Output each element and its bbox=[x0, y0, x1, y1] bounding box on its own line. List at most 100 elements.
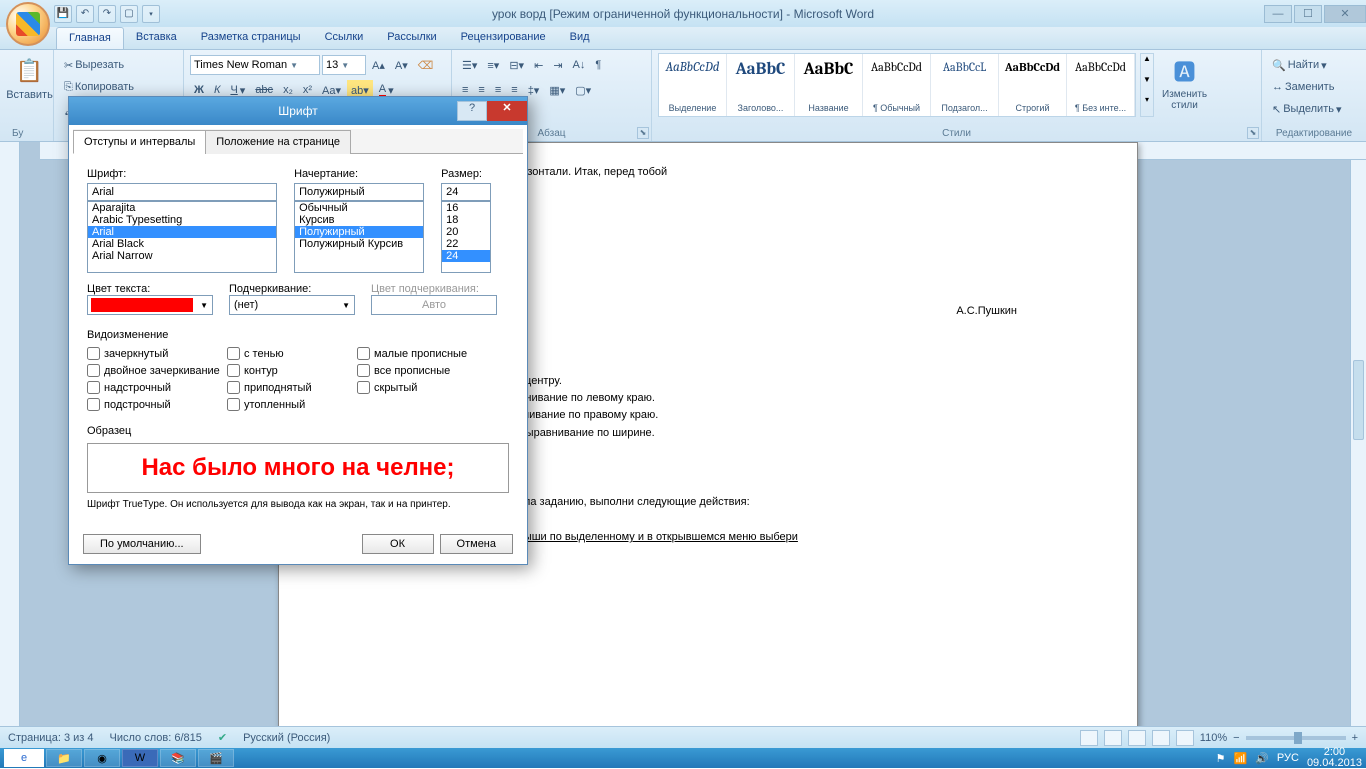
status-page[interactable]: Страница: 3 из 4 bbox=[8, 732, 94, 744]
find-button[interactable]: 🔍Найти▾ bbox=[1268, 55, 1331, 75]
effect-checkbox[interactable]: малые прописные bbox=[357, 347, 497, 360]
view-reading[interactable] bbox=[1104, 730, 1122, 746]
view-print-layout[interactable] bbox=[1080, 730, 1098, 746]
effect-checkbox[interactable]: скрытый bbox=[357, 381, 497, 394]
style-item[interactable]: AaBbCcDdСтрогий bbox=[999, 54, 1067, 116]
taskbar-ie-icon[interactable]: e bbox=[4, 749, 44, 767]
font-style-input[interactable] bbox=[294, 183, 424, 201]
tray-flag-icon[interactable]: ⚑ bbox=[1216, 752, 1226, 765]
list-item[interactable]: Arial Narrow bbox=[88, 250, 276, 262]
effect-checkbox[interactable]: двойное зачеркивание bbox=[87, 364, 227, 377]
grow-font-icon[interactable]: A▴ bbox=[368, 55, 389, 75]
style-item[interactable]: AaBbCcDd¶ Без инте... bbox=[1067, 54, 1135, 116]
cut-button[interactable]: ✂Вырезать bbox=[60, 55, 128, 75]
effect-checkbox[interactable]: все прописные bbox=[357, 364, 497, 377]
font-name-input[interactable] bbox=[87, 183, 277, 201]
new-doc-icon[interactable]: ▢ bbox=[120, 5, 138, 23]
numbering-button[interactable]: ≡▾ bbox=[483, 55, 503, 75]
tab-references[interactable]: Ссылки bbox=[313, 27, 376, 49]
cancel-button[interactable]: Отмена bbox=[440, 534, 513, 554]
indent-dec-button[interactable]: ⇤ bbox=[530, 55, 547, 75]
styles-launcher[interactable]: ⬊ bbox=[1247, 127, 1259, 139]
list-item[interactable]: Обычный bbox=[295, 202, 423, 214]
zoom-slider[interactable] bbox=[1246, 736, 1346, 740]
list-item[interactable]: Полужирный bbox=[295, 226, 423, 238]
taskbar-app-icon[interactable]: 🎬 bbox=[198, 749, 234, 767]
font-color-combo[interactable]: ▼ bbox=[87, 295, 213, 315]
effect-checkbox[interactable]: утопленный bbox=[227, 398, 357, 411]
select-button[interactable]: ↖Выделить▾ bbox=[1268, 99, 1346, 119]
style-item[interactable]: AaBbCcLПодзагол... bbox=[931, 54, 999, 116]
dialog-tab-position[interactable]: Положение на странице bbox=[205, 130, 351, 154]
multilevel-button[interactable]: ⊟▾ bbox=[505, 55, 528, 75]
style-item[interactable]: AaBbCНазвание bbox=[795, 54, 863, 116]
proofing-icon[interactable]: ✔ bbox=[218, 731, 227, 744]
office-button[interactable] bbox=[6, 2, 50, 46]
dialog-tab-indents[interactable]: Отступы и интервалы bbox=[73, 130, 206, 154]
save-icon[interactable]: 💾 bbox=[54, 5, 72, 23]
view-outline[interactable] bbox=[1152, 730, 1170, 746]
style-listbox[interactable]: ОбычныйКурсивПолужирныйПолужирный Курсив bbox=[294, 201, 424, 273]
tab-mailings[interactable]: Рассылки bbox=[375, 27, 448, 49]
tab-layout[interactable]: Разметка страницы bbox=[189, 27, 313, 49]
list-item[interactable]: 16 bbox=[442, 202, 490, 214]
paste-button[interactable]: 📋 Вставить bbox=[12, 53, 47, 103]
change-styles-button[interactable]: 🅰 Изменить стили bbox=[1158, 53, 1211, 117]
dialog-close-button[interactable]: ✕ bbox=[487, 101, 527, 121]
font-listbox[interactable]: AparajitaArabic TypesettingArialArial Bl… bbox=[87, 201, 277, 273]
view-web[interactable] bbox=[1128, 730, 1146, 746]
tab-insert[interactable]: Вставка bbox=[124, 27, 189, 49]
zoom-level[interactable]: 110% bbox=[1200, 732, 1227, 744]
list-item[interactable]: 22 bbox=[442, 238, 490, 250]
tab-review[interactable]: Рецензирование bbox=[449, 27, 558, 49]
style-item[interactable]: AaBbCcDd¶ Обычный bbox=[863, 54, 931, 116]
effect-checkbox[interactable]: зачеркнутый bbox=[87, 347, 227, 360]
effect-checkbox[interactable]: приподнятый bbox=[227, 381, 357, 394]
taskbar-chrome-icon[interactable]: ◉ bbox=[84, 749, 120, 767]
font-size-combo[interactable]: 13▼ bbox=[322, 55, 366, 75]
gallery-up-icon[interactable]: ▲ bbox=[1141, 54, 1153, 75]
qat-more-icon[interactable]: ▾ bbox=[142, 5, 160, 23]
tray-language[interactable]: РУС bbox=[1277, 752, 1299, 764]
gallery-more-icon[interactable]: ▾ bbox=[1141, 95, 1153, 116]
effect-checkbox[interactable]: подстрочный bbox=[87, 398, 227, 411]
tray-network-icon[interactable]: 📶 bbox=[1234, 752, 1248, 765]
indent-inc-button[interactable]: ⇥ bbox=[549, 55, 566, 75]
undo-icon[interactable]: ↶ bbox=[76, 5, 94, 23]
font-size-input[interactable] bbox=[441, 183, 491, 201]
redo-icon[interactable]: ↷ bbox=[98, 5, 116, 23]
gallery-down-icon[interactable]: ▼ bbox=[1141, 75, 1153, 96]
status-words[interactable]: Число слов: 6/815 bbox=[110, 732, 202, 744]
list-item[interactable]: Полужирный Курсив bbox=[295, 238, 423, 250]
tab-home[interactable]: Главная bbox=[56, 27, 124, 49]
default-button[interactable]: По умолчанию... bbox=[83, 534, 201, 554]
list-item[interactable]: 20 bbox=[442, 226, 490, 238]
effect-checkbox[interactable]: контур bbox=[227, 364, 357, 377]
size-listbox[interactable]: 1618202224 bbox=[441, 201, 491, 273]
tray-date[interactable]: 09.04.2013 bbox=[1307, 758, 1362, 769]
dialog-help-button[interactable]: ? bbox=[457, 101, 487, 121]
font-name-combo[interactable]: Times New Roman▼ bbox=[190, 55, 320, 75]
replace-button[interactable]: ↔Заменить bbox=[1268, 77, 1338, 97]
tab-view[interactable]: Вид bbox=[558, 27, 602, 49]
status-language[interactable]: Русский (Россия) bbox=[243, 732, 330, 744]
taskbar-explorer-icon[interactable]: 📁 bbox=[46, 749, 82, 767]
close-button[interactable]: ✕ bbox=[1324, 5, 1366, 23]
vertical-scrollbar[interactable] bbox=[1350, 160, 1366, 726]
copy-button[interactable]: ⎘Копировать bbox=[60, 77, 138, 97]
list-item[interactable]: Arabic Typesetting bbox=[88, 214, 276, 226]
minimize-button[interactable]: — bbox=[1264, 5, 1292, 23]
zoom-out-button[interactable]: − bbox=[1233, 732, 1239, 744]
bullets-button[interactable]: ☰▾ bbox=[458, 55, 481, 75]
view-draft[interactable] bbox=[1176, 730, 1194, 746]
taskbar-winrar-icon[interactable]: 📚 bbox=[160, 749, 196, 767]
borders-button[interactable]: ▢▾ bbox=[571, 80, 595, 100]
zoom-in-button[interactable]: + bbox=[1352, 732, 1358, 744]
clear-format-icon[interactable]: ⌫ bbox=[414, 55, 438, 75]
effect-checkbox[interactable]: с тенью bbox=[227, 347, 357, 360]
list-item[interactable]: Arial Black bbox=[88, 238, 276, 250]
taskbar-word-icon[interactable]: W bbox=[122, 749, 158, 767]
list-item[interactable]: Arial bbox=[88, 226, 276, 238]
ok-button[interactable]: ОК bbox=[362, 534, 434, 554]
underline-combo[interactable]: (нет)▼ bbox=[229, 295, 355, 315]
